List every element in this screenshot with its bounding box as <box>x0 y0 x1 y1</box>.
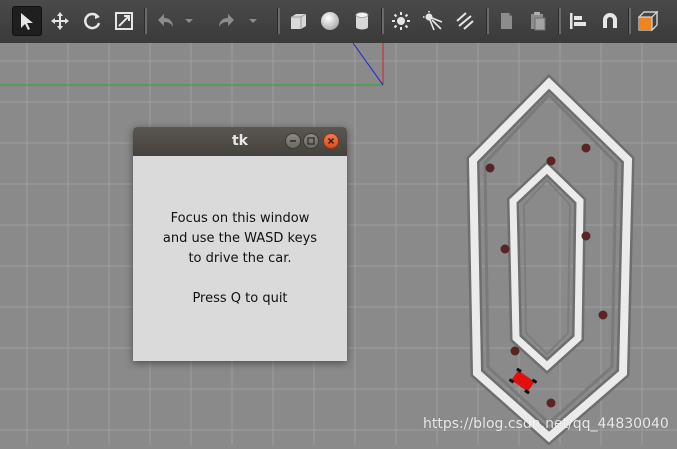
dialog-message: Focus on this window and use the WASD ke… <box>133 209 347 309</box>
message-line-4: Press Q to quit <box>192 291 288 306</box>
message-line-2: and use the WASD keys <box>162 231 318 246</box>
directional-light-icon[interactable] <box>450 6 480 36</box>
view-angle-icon[interactable] <box>633 6 663 36</box>
toolbar <box>0 0 677 44</box>
point-light-icon[interactable] <box>386 6 416 36</box>
toolbar-separator <box>381 8 384 34</box>
minimize-icon <box>290 140 296 142</box>
close-icon <box>327 137 335 145</box>
translate-icon[interactable] <box>45 6 75 36</box>
redo-icon[interactable] <box>212 6 242 36</box>
undo-icon[interactable] <box>150 6 180 36</box>
cylinder-shape-icon[interactable] <box>347 6 377 36</box>
rotate-icon[interactable] <box>77 6 107 36</box>
copy-icon[interactable] <box>491 6 521 36</box>
scale-icon[interactable] <box>109 6 139 36</box>
message-line-1: Focus on this window <box>170 211 310 226</box>
minimize-button[interactable] <box>285 133 301 149</box>
undo-dropdown-icon[interactable] <box>180 6 198 36</box>
toolbar-separator <box>486 8 489 34</box>
toolbar-separator <box>628 8 631 34</box>
select-arrow-icon[interactable] <box>12 6 42 36</box>
align-icon[interactable] <box>563 6 593 36</box>
box-shape-icon[interactable] <box>283 6 313 36</box>
message-line-3: to drive the car. <box>188 251 292 266</box>
toolbar-separator <box>558 8 561 34</box>
close-button[interactable] <box>323 133 339 149</box>
spot-light-icon[interactable] <box>418 6 448 36</box>
tk-dialog-window[interactable]: tk Focus on this window and use the WASD… <box>133 127 347 361</box>
toolbar-separator <box>277 8 280 34</box>
maximize-icon <box>307 137 315 145</box>
snap-magnet-icon[interactable] <box>595 6 625 36</box>
dialog-titlebar[interactable]: tk <box>133 127 347 156</box>
toolbar-separator <box>144 8 147 34</box>
paste-icon[interactable] <box>523 6 553 36</box>
watermark-text: https://blog.csdn.net/qq_44830040 <box>423 416 669 432</box>
maximize-button[interactable] <box>303 133 319 149</box>
sphere-shape-icon[interactable] <box>315 6 345 36</box>
redo-dropdown-icon[interactable] <box>244 6 262 36</box>
